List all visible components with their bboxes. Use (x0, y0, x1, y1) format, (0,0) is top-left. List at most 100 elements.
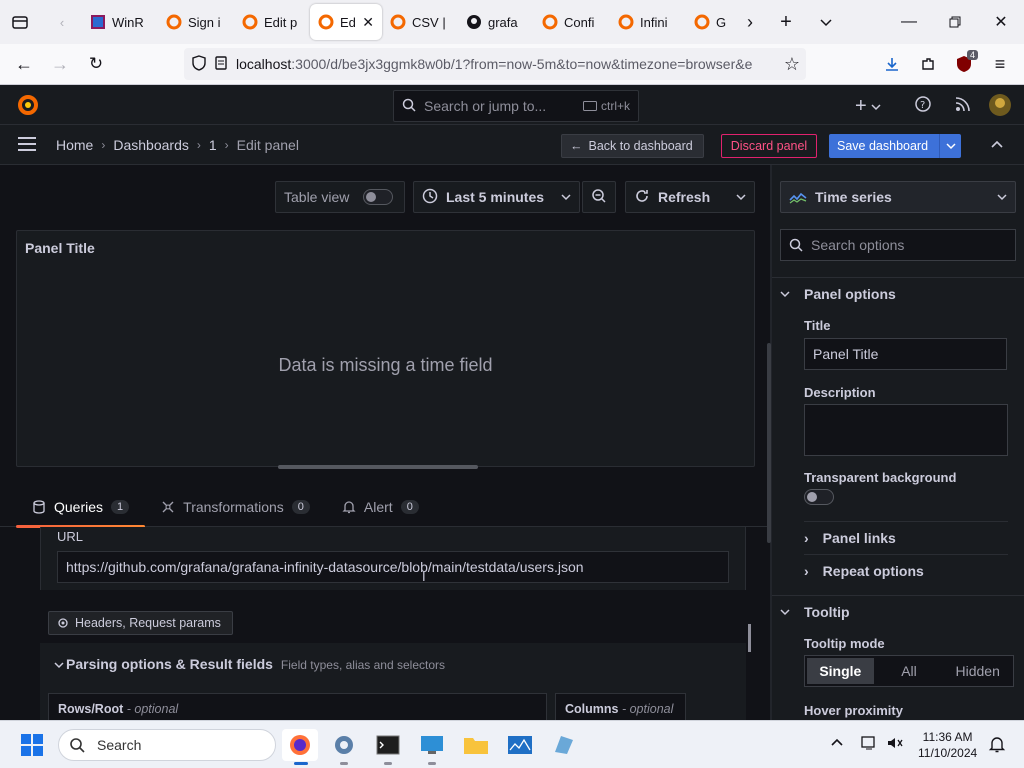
settings-app-icon[interactable] (326, 729, 362, 765)
app-icon[interactable] (546, 729, 582, 761)
pane-resize-handle[interactable] (278, 465, 478, 469)
tooltip-mode-single-label: Single (819, 663, 862, 679)
downloads-icon[interactable] (876, 48, 908, 80)
text-cursor-icon: I (422, 569, 426, 584)
url-field[interactable]: https://github.com/grafana/grafana-infin… (57, 551, 729, 583)
back-icon[interactable]: ← (8, 48, 40, 80)
close-window-icon[interactable]: ✕ (978, 0, 1024, 44)
hamburger-menu-icon[interactable] (16, 135, 38, 156)
refresh-button[interactable]: Refresh (625, 181, 755, 213)
search-bar[interactable]: Search or jump to... ctrl+k (393, 90, 639, 122)
system-clock[interactable]: 11:36 AM 11/10/2024 (918, 729, 977, 761)
show-hidden-icons-icon[interactable] (830, 735, 844, 752)
refresh-interval-chevron-icon[interactable] (736, 189, 746, 205)
chevron-down-icon (54, 662, 64, 669)
tooltip-mode-all-label: All (901, 663, 917, 679)
firefox-app-icon[interactable] (282, 729, 318, 765)
user-avatar[interactable] (988, 93, 1012, 120)
query-editor: URL https://github.com/grafana/grafana-i… (0, 527, 770, 720)
toggle-switch[interactable] (363, 189, 394, 205)
editor-scrollbar[interactable] (767, 343, 771, 543)
time-range-picker[interactable]: Last 5 minutes (413, 181, 580, 213)
notification-bell-icon[interactable] (988, 735, 1006, 756)
scroll-tabs-right-icon[interactable]: › (734, 6, 766, 38)
news-feed-icon[interactable] (954, 95, 972, 116)
browser-tab[interactable]: WinR (82, 4, 158, 40)
ublock-icon[interactable]: 4 (948, 48, 980, 80)
close-tab-icon[interactable]: ✕ (362, 14, 374, 31)
browser-tab[interactable]: Infini (610, 4, 686, 40)
new-tab-icon[interactable]: + (770, 6, 802, 38)
browser-tab[interactable]: CSV | (382, 4, 458, 40)
breadcrumb-home[interactable]: Home (56, 137, 93, 153)
list-all-tabs-icon[interactable] (810, 6, 842, 38)
columns-field[interactable]: Columns - optional (555, 693, 686, 720)
options-search-input[interactable]: Search options (780, 229, 1016, 261)
browser-tab[interactable]: Confi (534, 4, 610, 40)
refresh-icon (634, 188, 650, 207)
save-dashboard-label: Save dashboard (837, 139, 929, 153)
browser-tab[interactable]: grafa (458, 4, 534, 40)
page-info-icon[interactable] (214, 55, 228, 74)
tab-queries[interactable]: Queries 1 (0, 487, 146, 528)
taskbar-search[interactable]: Search (58, 729, 276, 761)
tooltip-mode-single[interactable]: Single (807, 658, 874, 684)
tooltip-header[interactable]: Tooltip (780, 604, 850, 620)
forward-icon[interactable]: → (44, 48, 76, 80)
save-options-chevron-icon[interactable] (939, 134, 961, 158)
add-menu-button[interactable]: + (855, 95, 881, 118)
title-input[interactable]: Panel Title (804, 338, 1007, 370)
volume-muted-icon[interactable] (886, 735, 904, 754)
alert-count-badge: 0 (400, 500, 419, 514)
grafana-topbar: Search or jump to... ctrl+k + ? (0, 85, 1024, 125)
breadcrumb-dashboards[interactable]: Dashboards (113, 137, 189, 153)
tab-queries-label: Queries (54, 499, 104, 515)
headers-request-params-button[interactable]: Headers, Request params (48, 611, 233, 635)
tab-alert[interactable]: Alert 0 (326, 487, 435, 527)
remote-desktop-app-icon[interactable] (414, 729, 450, 765)
table-view-toggle[interactable]: Table view (275, 181, 405, 213)
url-text[interactable]: localhost:3000/d/be3jx3ggmk8w0b/1?from=n… (236, 56, 766, 72)
browser-tab[interactable]: Sign i (158, 4, 234, 40)
network-icon[interactable] (860, 735, 878, 754)
reload-icon[interactable]: ↻ (80, 48, 112, 80)
description-textarea[interactable] (804, 404, 1008, 456)
transparent-background-toggle[interactable] (804, 489, 834, 505)
transformations-count-badge: 0 (291, 500, 310, 514)
browser-tab-active[interactable]: Edi ✕ (310, 4, 382, 40)
address-bar[interactable]: localhost:3000/d/be3jx3ggmk8w0b/1?from=n… (184, 48, 806, 80)
rows-root-field[interactable]: Rows/Root - optional (48, 693, 547, 720)
windows-start-icon[interactable] (14, 729, 50, 761)
restore-icon[interactable] (932, 0, 978, 44)
repeat-options-header[interactable]: › Repeat options (804, 563, 1008, 579)
collapse-chevron-up-icon[interactable] (990, 137, 1004, 154)
minimize-icon[interactable]: — (886, 0, 932, 44)
help-icon[interactable]: ? (914, 95, 932, 116)
bookmark-star-icon[interactable]: ☆ (784, 54, 800, 75)
browser-tab[interactable]: Get (686, 4, 734, 40)
tooltip-mode-hidden[interactable]: Hidden (944, 658, 1011, 684)
panel-links-header[interactable]: › Panel links (804, 530, 1008, 546)
query-scrollbar[interactable] (748, 624, 751, 652)
extensions-icon[interactable] (912, 48, 944, 80)
panel-options-header[interactable]: Panel options (780, 286, 896, 302)
terminal-app-icon[interactable] (370, 729, 406, 765)
tab-transformations[interactable]: Transformations 0 (145, 487, 326, 527)
zoom-out-button[interactable] (582, 181, 616, 213)
scroll-tabs-left-icon[interactable]: ‹ (46, 6, 78, 38)
menu-icon[interactable]: ≡ (984, 48, 1016, 80)
grafana-logo-icon[interactable] (16, 93, 40, 120)
tab-overview-icon[interactable] (4, 6, 36, 38)
discard-panel-button[interactable]: Discard panel (721, 134, 817, 158)
tab-alert-label: Alert (363, 499, 393, 515)
browser-tab[interactable]: Edit p (234, 4, 310, 40)
breadcrumb-dashboard[interactable]: 1 (209, 137, 217, 153)
save-dashboard-button[interactable]: Save dashboard (829, 134, 961, 158)
shield-icon[interactable] (192, 54, 206, 74)
refresh-label: Refresh (658, 189, 711, 205)
file-explorer-app-icon[interactable] (458, 729, 494, 761)
back-to-dashboard-button[interactable]: ← Back to dashboard (561, 134, 704, 158)
monitor-app-icon[interactable] (502, 729, 538, 761)
visualization-picker[interactable]: Time series (780, 181, 1016, 213)
tooltip-mode-all[interactable]: All (876, 658, 943, 684)
